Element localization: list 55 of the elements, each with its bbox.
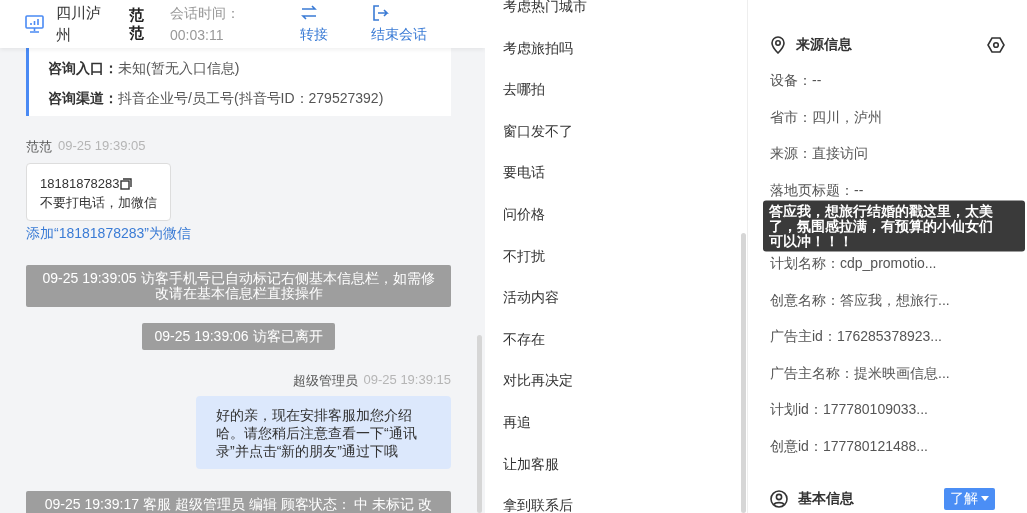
caret-icon	[981, 496, 989, 502]
duration-label: 会话时间：	[170, 4, 240, 23]
quick-reply-item[interactable]: 活动内容	[485, 277, 747, 319]
scrollbar[interactable]	[741, 233, 746, 513]
copy-icon[interactable]	[119, 177, 132, 190]
inquiry-row-text: 咨询入口：未知(暂无入口信息)	[48, 59, 241, 78]
section-title: 来源信息	[796, 36, 852, 54]
source-info-row-text: 计划名称：cdp_promotio...	[770, 253, 937, 273]
message-time: 09-25 19:39:05	[58, 138, 146, 155]
quick-reply-item[interactable]: 考虑热门城市	[485, 0, 747, 28]
scrollbar[interactable]	[477, 335, 482, 513]
quick-reply-item[interactable]: 问价格	[485, 193, 747, 236]
session-duration: 00:03:11	[170, 26, 225, 45]
message-text: 不要打电话，加微信	[40, 194, 157, 212]
source-info-row-text: 创意id：177780121488...	[770, 436, 928, 456]
message-bubble: 好的亲，现在安排客服加您介绍哈。请您稍后注意查看一下“通讯录”并点击“新的朋友”通过下哦	[196, 396, 451, 469]
visitor-location: 四川泸州	[56, 3, 102, 45]
transfer-button[interactable]: 转接	[300, 4, 328, 44]
quick-reply-item[interactable]: 要电话	[485, 152, 747, 194]
quick-reply-item[interactable]: 不存在	[485, 318, 747, 361]
end-session-button[interactable]: 结束会话	[371, 4, 427, 44]
quick-reply-item[interactable]: 让加客服	[485, 443, 747, 486]
quick-reply-item[interactable]: 考虑旅拍吗	[485, 27, 747, 70]
quick-reply-item[interactable]: 窗口发不了	[485, 110, 747, 153]
quick-reply-item[interactable]: 不打扰	[485, 235, 747, 278]
sender-name: 超级管理员	[292, 372, 358, 390]
sender-name: 范范	[26, 138, 52, 156]
source-info-row-text: 设备：--	[770, 71, 822, 90]
system-notice: 09-25 19:39:06 访客已离开	[142, 323, 335, 350]
tooltip: 答应我，想旅行结婚的戳这里，太美了，氛围感拉满，有预算的小仙女们可以冲！！！	[763, 200, 1025, 252]
exit-icon	[371, 4, 389, 22]
quick-reply-item[interactable]: 对比再决定	[485, 360, 747, 402]
agent-name: 范范	[129, 6, 145, 42]
user-circle-icon	[770, 489, 788, 508]
add-wechat-link[interactable]: 添加“18181878283”为微信	[26, 225, 451, 243]
source-info-row-text: 省市：四川，泸州	[770, 107, 882, 127]
settings-icon[interactable]	[987, 36, 1005, 54]
system-notice: 09-25 19:39:05 访客手机号已自动标记右侧基本信息栏，如需修改请在基本信息栏直接操作	[26, 265, 451, 307]
monitor-icon	[25, 15, 44, 33]
source-info-row-text: 广告主名称：提米映画信息...	[770, 363, 950, 383]
location-pin-icon	[770, 36, 786, 54]
source-info-row-text: 来源：直接访问	[770, 144, 868, 164]
source-info-row-text: 广告主id：176285378923...	[770, 327, 942, 347]
system-notice: 09-25 19:39:17 客服 超级管理员 编辑 顾客状态： 中 未标记 改	[26, 491, 451, 513]
phone-number: 18181878283	[40, 175, 120, 193]
message-time: 09-25 19:39:15	[363, 372, 451, 389]
source-info-row-text: 落地页标题：--	[770, 180, 864, 200]
source-info-row-text: 计划id：177780109033...	[770, 400, 928, 420]
section-title: 基本信息	[798, 489, 854, 508]
quick-reply-item[interactable]: 再追	[485, 401, 747, 444]
quick-reply-item[interactable]: 拿到联系后	[485, 485, 747, 513]
inquiry-row-text: 咨询渠道：抖音企业号/员工号(抖音号ID：279527392)	[48, 89, 385, 108]
swap-icon	[300, 4, 318, 22]
source-info-row-text: 创意名称：答应我，想旅行...	[770, 290, 950, 310]
quick-reply-item[interactable]: 去哪拍	[485, 69, 747, 111]
